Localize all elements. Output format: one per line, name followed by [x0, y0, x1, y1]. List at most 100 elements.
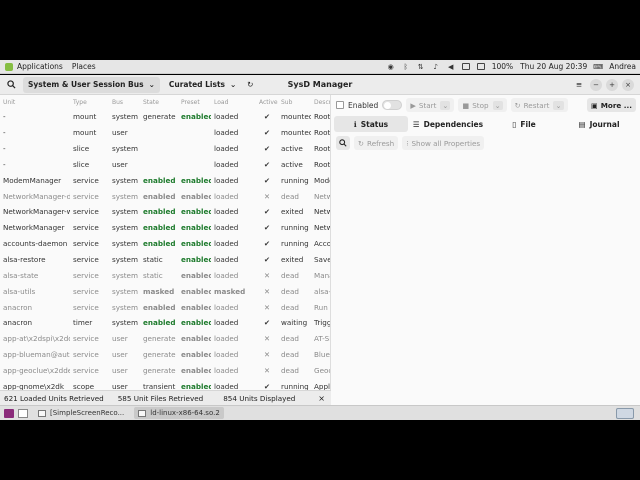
cell-preset [178, 157, 211, 173]
table-row[interactable]: - slice system loaded ✔ active Root [0, 141, 330, 157]
tab-file[interactable]: ▯ File [488, 116, 560, 132]
table-row[interactable]: anacron service system enabled enabled loaded… [0, 299, 330, 315]
column-header-load[interactable]: Load [211, 95, 256, 109]
show-desktop-icon[interactable] [18, 408, 28, 418]
list-selector-label: Curated Lists [168, 80, 225, 89]
terminal-launcher-icon[interactable] [4, 408, 14, 418]
volume-icon[interactable]: ◀ [447, 63, 455, 71]
mint-logo-icon[interactable] [5, 62, 13, 71]
table-row[interactable]: app-at\x2dspi\x2dd service user generate ena… [0, 331, 330, 347]
cell-type: service [73, 270, 99, 280]
column-header-unit[interactable]: Unit [0, 95, 70, 109]
cell-desc: alsa-u [314, 286, 331, 296]
search-button[interactable] [3, 77, 19, 93]
column-header-bus[interactable]: Bus [109, 95, 140, 109]
list-selector[interactable]: Curated Lists ⌄ [164, 77, 241, 93]
bluetooth-icon[interactable]: ᛒ [402, 63, 410, 71]
column-header-description[interactable]: Description [311, 95, 330, 109]
cell-sub: running [281, 381, 309, 390]
status-bar: 621 Loaded Units Retrieved 585 Unit File… [0, 390, 331, 405]
units-table-pane[interactable]: Unit Type Bus State Preset Load Active S… [0, 95, 331, 390]
clipboard-icon[interactable] [461, 63, 470, 71]
column-header-preset[interactable]: Preset [178, 95, 211, 109]
status-search-button[interactable] [336, 136, 350, 150]
bus-selector[interactable]: System & User Session Bus ⌄ [23, 76, 160, 93]
tab-status[interactable]: ℹ Status [334, 116, 408, 132]
cell-state [140, 125, 178, 141]
start-button[interactable]: ▶ Start ⌄ [406, 98, 455, 112]
table-row[interactable]: app-geoclue\x2dde service user generate enab… [0, 363, 330, 379]
cell-state: enabled [143, 239, 176, 249]
table-row[interactable]: alsa-restore service system static enabled lo… [0, 252, 330, 268]
clock[interactable]: Thu 20 Aug 20:39 [520, 62, 587, 71]
enabled-checkbox[interactable] [336, 101, 344, 109]
restart-button[interactable]: ↻ Restart ⌄ [510, 98, 568, 112]
table-row[interactable]: alsa-state service system static enabled load… [0, 267, 330, 283]
enabled-switch[interactable] [382, 100, 403, 110]
minimize-button[interactable]: − [590, 78, 602, 91]
cell-load: loaded [214, 365, 239, 375]
table-row[interactable]: accounts-daemon service system enabled enabl… [0, 236, 330, 252]
stop-button[interactable]: ■ Stop ⌄ [458, 98, 507, 112]
cell-preset: enabled [181, 350, 211, 360]
record-icon[interactable]: ◉ [387, 63, 395, 71]
window-icon: ▣ [590, 100, 598, 110]
column-header-sub[interactable]: Sub [278, 95, 311, 109]
maximize-button[interactable]: + [606, 78, 618, 91]
show-all-properties-button[interactable]: ⁝ Show all Properties [402, 136, 485, 150]
column-header-active[interactable]: Active [256, 95, 278, 109]
reload-button[interactable]: ↻ [243, 77, 257, 93]
cell-desc: Root [314, 112, 331, 122]
microphone-icon[interactable]: ♪ [432, 63, 440, 71]
enabled-label: Enabled [348, 100, 379, 110]
keyboard-icon[interactable]: ⌨ [593, 63, 603, 71]
taskbar-item-sysd-manager[interactable]: ld-linux-x86-64.so.2 [134, 407, 224, 419]
table-row[interactable]: app-gnome\x2dk scope user transient enabled l… [0, 378, 330, 390]
table-row[interactable]: app-blueman@auto service user generate enabl… [0, 347, 330, 363]
column-header-state[interactable]: State [140, 95, 178, 109]
column-header-type[interactable]: Type [70, 95, 109, 109]
table-row[interactable]: alsa-utils service system masked enabled mask… [0, 283, 331, 299]
workspace-switcher[interactable] [616, 407, 634, 419]
close-button[interactable]: × [622, 78, 634, 91]
chevron-down-icon[interactable]: ⌄ [440, 100, 451, 110]
cell-active: ✔ [263, 381, 271, 390]
taskbar-item-screenrecorder[interactable]: [SimpleScreenReco... [34, 407, 128, 419]
cell-type: service [73, 302, 99, 312]
table-row[interactable]: NetworkManager service system enabled enable… [0, 220, 330, 236]
units-table: Unit Type Bus State Preset Load Active S… [0, 95, 331, 391]
cell-active: ✔ [263, 112, 271, 122]
cell-active: ✕ [263, 350, 271, 360]
user-name[interactable]: Andrea [609, 62, 636, 71]
applications-menu[interactable]: Applications [17, 62, 63, 71]
more-button[interactable]: ▣ More ... [586, 98, 636, 112]
units-table-body: - mount system generate enabled loaded ✔ mounte… [0, 109, 331, 390]
cell-preset: enabled [181, 175, 211, 185]
network-icon[interactable]: ⇅ [417, 63, 425, 71]
table-row[interactable]: anacron timer system enabled enabled loaded ✔ w… [0, 315, 330, 331]
table-row[interactable]: ModemManager service system enabled enabled l… [0, 172, 330, 188]
places-menu[interactable]: Places [72, 62, 96, 71]
cell-desc: Netw [314, 207, 331, 217]
more-label: More ... [600, 100, 632, 110]
cell-state: masked [143, 286, 175, 296]
cell-active: ✔ [263, 318, 271, 328]
cell-preset: enabled [181, 334, 211, 344]
table-row[interactable]: - mount system generate enabled loaded ✔ mounte… [0, 109, 331, 125]
table-row[interactable]: - slice user loaded ✔ active Root [0, 157, 330, 173]
main-menu-button[interactable]: ≡ [572, 77, 586, 93]
close-status-icon[interactable]: × [318, 394, 325, 403]
tab-dependencies[interactable]: ☰ Dependencies [408, 116, 488, 132]
cell-sub: running [281, 239, 309, 249]
cell-desc: Netw [314, 191, 331, 201]
tab-journal[interactable]: ▤ Journal [560, 116, 638, 132]
chevron-down-icon[interactable]: ⌄ [492, 100, 503, 110]
table-row[interactable]: NetworkManager-wait-onlineservicesysteme… [0, 204, 331, 220]
battery-icon[interactable] [476, 63, 485, 71]
chevron-down-icon[interactable]: ⌄ [553, 100, 564, 110]
cell-active: ✕ [263, 334, 271, 344]
chevron-down-icon: ⌄ [148, 80, 155, 89]
refresh-button[interactable]: ↻ Refresh [354, 136, 399, 150]
table-row[interactable]: - mount user loaded ✔ mounted Root [0, 125, 330, 141]
table-row[interactable]: NetworkManager-dispatcherservice system en… [0, 188, 331, 204]
